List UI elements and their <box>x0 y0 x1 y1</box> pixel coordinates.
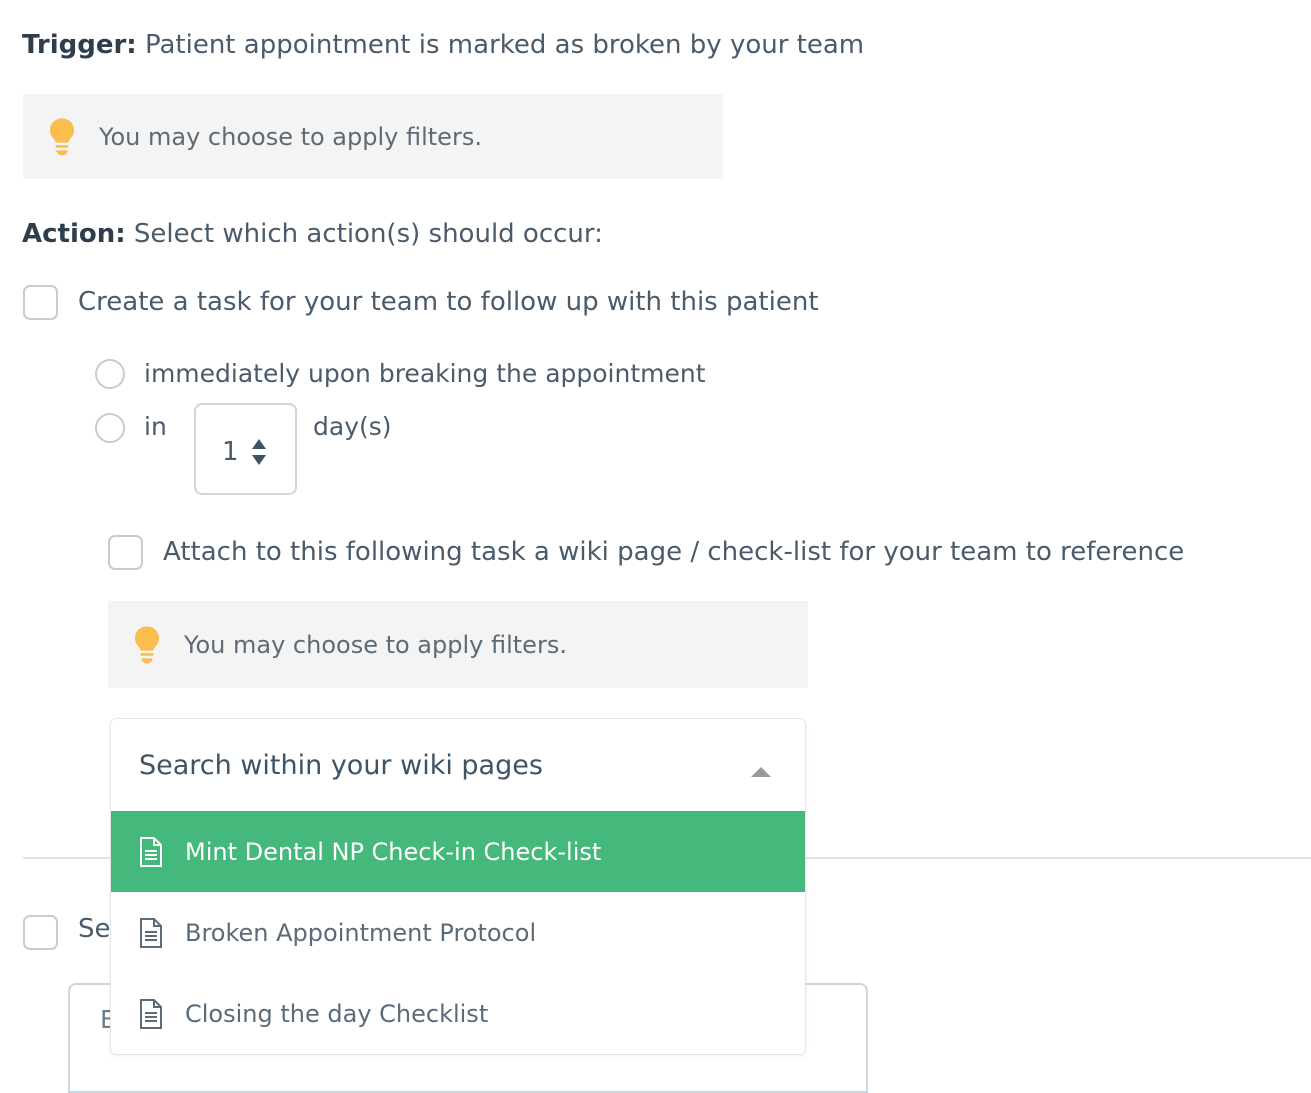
attach-wiki-checkbox[interactable] <box>108 535 143 570</box>
wiki-page-dropdown[interactable]: Search within your wiki pages Mint Denta… <box>110 718 806 1055</box>
trigger-row: Trigger: Patient appointment is marked a… <box>22 28 864 62</box>
wiki-option-item[interactable]: Mint Dental NP Check-in Check-list <box>111 811 805 892</box>
wiki-option-label[interactable]: Closing the day Checklist <box>185 1000 488 1028</box>
wiki-page-dropdown-control[interactable]: Search within your wiki pages <box>111 719 805 811</box>
create-task-checkbox[interactable] <box>23 285 58 320</box>
document-icon <box>140 917 162 948</box>
wiki-option-label[interactable]: Mint Dental NP Check-in Check-list <box>185 838 601 866</box>
action-label: Action: <box>22 219 126 249</box>
timing-radio-delayed[interactable] <box>95 413 125 443</box>
attach-wiki-checkbox-label[interactable]: Attach to this following task a wiki pag… <box>163 535 1184 569</box>
day-count-stepper[interactable]: 1 <box>194 403 297 495</box>
day-count-suffix-label: day(s) <box>313 412 392 441</box>
send-message-checkbox[interactable] <box>23 915 58 950</box>
timing-radio-delayed-label[interactable]: in <box>144 411 167 443</box>
day-count-value: 1 <box>222 437 239 467</box>
stepper-arrows-icon[interactable] <box>250 438 268 466</box>
document-icon <box>140 998 162 1029</box>
create-task-checkbox-label[interactable]: Create a task for your team to follow up… <box>78 285 819 319</box>
filters-tip-banner-secondary: You may choose to apply filters. <box>108 601 808 688</box>
caret-up-icon[interactable] <box>751 767 771 777</box>
filters-tip-text: You may choose to apply filters. <box>99 122 482 151</box>
wiki-option-item[interactable]: Closing the day Checklist <box>111 973 805 1054</box>
wiki-page-search-input[interactable]: Search within your wiki pages <box>139 750 543 781</box>
filters-tip-banner: You may choose to apply filters. <box>23 94 723 179</box>
lightbulb-icon <box>135 625 159 664</box>
lightbulb-icon <box>50 117 74 156</box>
wiki-option-item[interactable]: Broken Appointment Protocol <box>111 892 805 973</box>
wiki-option-label[interactable]: Broken Appointment Protocol <box>185 919 536 947</box>
timing-radio-immediate[interactable] <box>95 359 125 389</box>
trigger-label: Trigger: <box>22 30 137 60</box>
filters-tip-text-secondary: You may choose to apply filters. <box>184 630 567 659</box>
action-row: Action: Select which action(s) should oc… <box>22 217 603 251</box>
send-message-checkbox-label[interactable]: Se <box>78 912 111 946</box>
trigger-text: Patient appointment is marked as broken … <box>144 30 865 60</box>
document-icon <box>140 836 162 867</box>
action-text: Select which action(s) should occur: <box>133 219 603 249</box>
timing-radio-immediate-label[interactable]: immediately upon breaking the appointmen… <box>144 358 706 390</box>
